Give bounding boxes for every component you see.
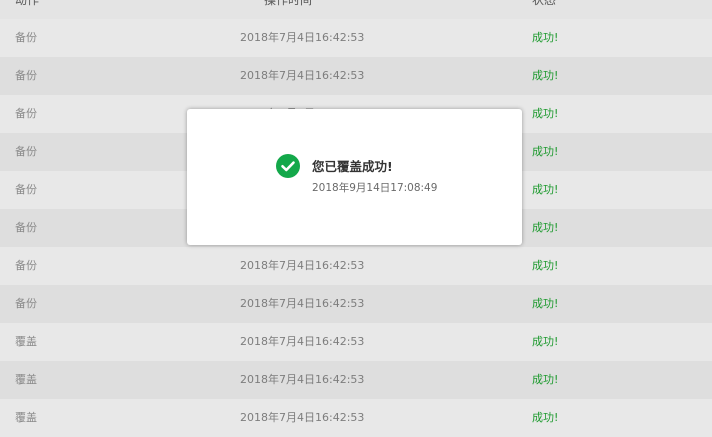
dialog-timestamp: 2018年9月14日17:08:49 (312, 182, 438, 194)
success-dialog: 您已覆盖成功! 2018年9月14日17:08:49 (187, 109, 522, 245)
check-circle-icon (276, 154, 300, 178)
dialog-title: 您已覆盖成功! (312, 159, 393, 174)
modal-overlay: 您已覆盖成功! 2018年9月14日17:08:49 (0, 0, 712, 430)
